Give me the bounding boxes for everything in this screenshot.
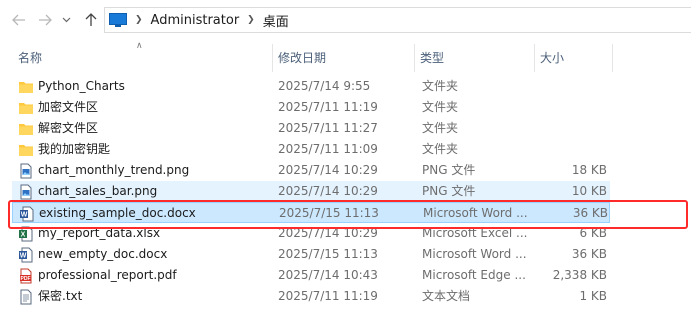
file-explorer-window: ❯ Administrator ❯ 桌面 ∧ 名称 修改日期 类型 大小 Pyt… — [0, 0, 691, 334]
chevron-down-icon[interactable] — [58, 9, 74, 31]
file-date: 2025/7/14 9:55 — [278, 79, 371, 93]
file-type: Microsoft Edge ... — [422, 268, 526, 282]
file-date: 2025/7/14 10:29 — [278, 163, 378, 177]
text-file-icon — [18, 289, 34, 305]
file-size — [536, 97, 607, 118]
svg-text:W: W — [21, 212, 28, 219]
file-type: Microsoft Excel ... — [422, 226, 528, 240]
column-divider[interactable] — [534, 44, 535, 72]
column-header-size[interactable]: 大小 — [536, 42, 612, 74]
forward-arrow-icon[interactable] — [34, 9, 56, 31]
file-size: 36 KB — [572, 206, 608, 220]
column-header-date[interactable]: 修改日期 — [274, 42, 414, 74]
file-size: 6 KB — [579, 226, 607, 240]
image-file-icon — [18, 184, 34, 200]
file-row[interactable]: chart_monthly_trend.png 2025/7/14 10:29 PN… — [12, 160, 610, 181]
file-name: professional_report.pdf — [38, 268, 177, 282]
folder-icon — [18, 100, 34, 116]
up-arrow-icon[interactable] — [80, 9, 102, 31]
column-header-type[interactable]: 类型 — [416, 42, 534, 74]
pdf-file-icon: PDF — [18, 268, 34, 284]
file-type: Microsoft Word ... — [422, 247, 527, 261]
file-row[interactable]: 我的加密钥匙 2025/7/11 11:09 文件夹 — [12, 139, 610, 160]
file-name: new_empty_doc.docx — [38, 247, 168, 261]
file-size: 10 KB — [571, 184, 607, 198]
file-name: 保密.txt — [38, 289, 83, 303]
column-divider[interactable] — [414, 44, 415, 72]
image-file-icon — [18, 163, 34, 179]
back-arrow-icon[interactable] — [8, 9, 30, 31]
column-divider[interactable] — [612, 44, 613, 72]
excel-file-icon: X — [18, 226, 34, 242]
folder-icon — [18, 142, 34, 158]
file-type: 文件夹 — [422, 142, 459, 156]
file-row[interactable]: PDF professional_report.pdf 2025/7/14 10:4… — [12, 265, 610, 286]
file-type: 文件夹 — [422, 79, 459, 93]
file-name: my_report_data.xlsx — [38, 226, 161, 240]
breadcrumb-administrator[interactable]: Administrator — [151, 13, 240, 28]
file-size — [536, 139, 607, 160]
file-type: Microsoft Word ... — [423, 206, 528, 220]
file-date: 2025/7/14 10:29 — [278, 184, 378, 198]
file-type: 文件夹 — [422, 121, 459, 135]
file-size: 18 KB — [571, 163, 607, 177]
file-row[interactable]: chart_sales_bar.png 2025/7/14 10:29 PNG 文件… — [12, 181, 610, 202]
file-row[interactable]: 保密.txt 2025/7/11 11:19 文本文档 1 KB — [12, 286, 610, 307]
svg-text:X: X — [21, 232, 26, 239]
svg-text:PDF: PDF — [21, 276, 31, 282]
folder-icon — [18, 121, 34, 137]
file-date: 2025/7/11 11:09 — [278, 142, 378, 156]
svg-text:W: W — [20, 253, 27, 260]
column-headers: 名称 修改日期 类型 大小 — [0, 42, 691, 74]
file-row[interactable]: 解密文件区 2025/7/11 11:27 文件夹 — [12, 118, 610, 139]
file-name: 我的加密钥匙 — [38, 142, 111, 156]
file-date: 2025/7/15 11:13 — [278, 247, 378, 261]
desktop-icon — [109, 13, 127, 27]
file-name: 解密文件区 — [38, 121, 99, 135]
file-type: 文件夹 — [422, 100, 459, 114]
file-name: Python_Charts — [38, 79, 125, 93]
file-row[interactable]: Wnew_empty_doc.docx 2025/7/15 11:13 Micros… — [12, 244, 610, 265]
file-date: 2025/7/14 10:43 — [278, 268, 378, 282]
breadcrumb-desktop[interactable]: 桌面 — [263, 11, 289, 30]
address-bar: ❯ Administrator ❯ 桌面 — [0, 0, 691, 40]
word-file-icon: W — [19, 206, 35, 222]
path-box[interactable]: ❯ Administrator ❯ 桌面 — [104, 7, 691, 33]
file-date: 2025/7/14 10:29 — [278, 226, 378, 240]
file-size — [536, 76, 607, 97]
file-name: chart_monthly_trend.png — [38, 163, 190, 177]
chevron-right-icon[interactable]: ❯ — [247, 15, 255, 25]
file-date: 2025/7/11 11:27 — [278, 121, 378, 135]
file-row[interactable]: Wexisting_sample_doc.docx 2025/7/15 11:13… — [12, 202, 610, 223]
file-name: 加密文件区 — [38, 100, 99, 114]
file-size: 36 KB — [571, 247, 607, 261]
file-date: 2025/7/11 11:19 — [278, 100, 378, 114]
file-type: PNG 文件 — [422, 163, 476, 177]
file-row[interactable]: Xmy_report_data.xlsx 2025/7/14 10:29 Micro… — [12, 223, 610, 244]
file-type: 文本文档 — [422, 289, 471, 303]
column-header-name[interactable]: 名称 — [14, 42, 272, 74]
file-size: 1 KB — [579, 289, 607, 303]
file-name: chart_sales_bar.png — [38, 184, 158, 198]
file-date: 2025/7/15 11:13 — [279, 206, 379, 220]
file-size — [536, 118, 607, 139]
column-divider[interactable] — [272, 44, 273, 72]
folder-icon — [18, 79, 34, 95]
file-row[interactable]: Python_Charts 2025/7/14 9:55 文件夹 — [12, 76, 610, 97]
chevron-right-icon[interactable]: ❯ — [135, 15, 143, 25]
file-name: existing_sample_doc.docx — [39, 206, 196, 220]
file-size: 2,338 KB — [552, 268, 607, 282]
file-row[interactable]: 加密文件区 2025/7/11 11:19 文件夹 — [12, 97, 610, 118]
word-file-icon: W — [18, 247, 34, 263]
file-date: 2025/7/11 11:19 — [278, 289, 378, 303]
file-type: PNG 文件 — [422, 184, 476, 198]
